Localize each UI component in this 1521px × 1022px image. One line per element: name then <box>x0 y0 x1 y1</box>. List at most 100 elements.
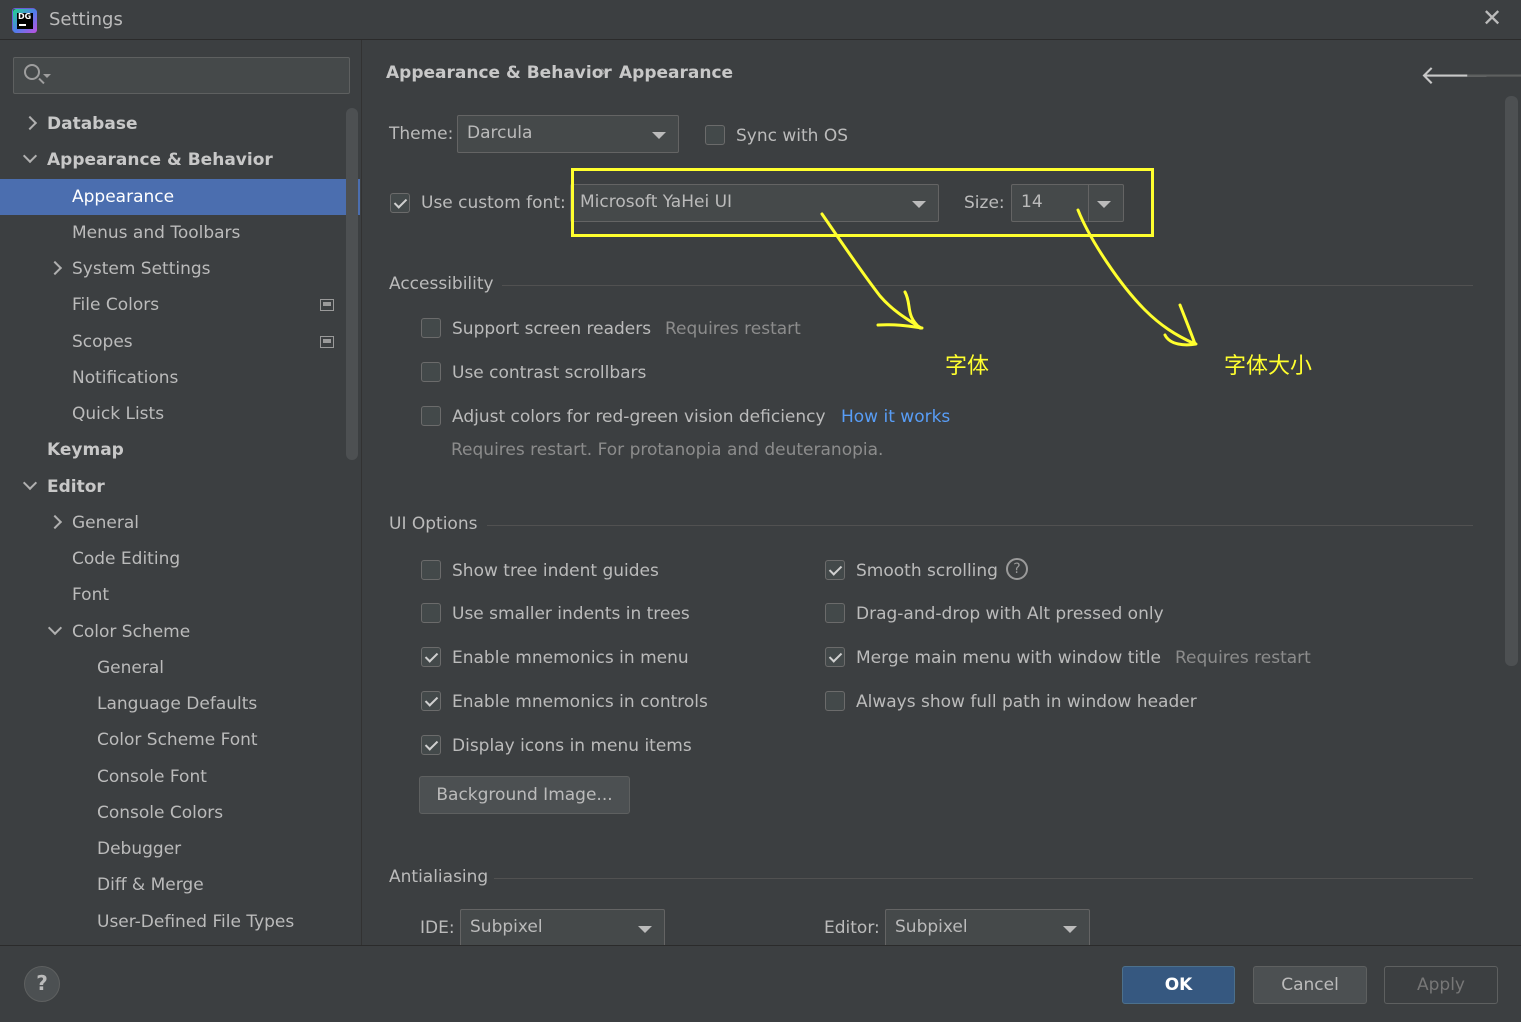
editor-antialiasing-label: Editor: <box>824 918 880 938</box>
sidebar-item-database[interactable]: Database <box>0 106 360 142</box>
antialiasing-section-title: Antialiasing <box>389 867 489 887</box>
red-green-checkbox[interactable] <box>421 406 441 426</box>
background-image-button[interactable]: Background Image... <box>419 776 630 814</box>
sidebar-item-color-scheme-font[interactable]: Color Scheme Font <box>0 722 360 758</box>
tree-indent-guides-checkbox[interactable] <box>421 560 441 580</box>
sidebar-item-console-font[interactable]: Console Font <box>0 759 360 795</box>
sidebar-item-label: Language Defaults <box>97 694 258 714</box>
app-icon-text: DG <box>18 12 32 21</box>
theme-select[interactable]: Darcula <box>457 115 679 153</box>
merge-main-menu-label[interactable]: Merge main menu with window title <box>856 648 1161 668</box>
drag-drop-alt-label[interactable]: Drag-and-drop with Alt pressed only <box>856 604 1164 624</box>
breadcrumb-current: Appearance <box>619 63 734 83</box>
cancel-button[interactable]: Cancel <box>1253 966 1367 1004</box>
editor-antialiasing-value: Subpixel <box>895 917 968 937</box>
sidebar-item-label: Editor <box>47 477 105 497</box>
theme-value: Darcula <box>467 123 533 143</box>
sidebar-item-language-defaults[interactable]: Language Defaults <box>0 686 360 722</box>
sidebar-item-label: Console Font <box>97 767 207 787</box>
sidebar-item-label: Notifications <box>72 368 179 388</box>
search-icon[interactable] <box>24 64 40 80</box>
chevron-right-icon[interactable] <box>47 260 63 276</box>
sidebar-item-quick-lists[interactable]: Quick Lists <box>0 396 360 432</box>
sidebar-item-font[interactable]: Font <box>0 577 360 613</box>
icons-in-menu-label[interactable]: Display icons in menu items <box>452 736 692 756</box>
ui-options-section-title: UI Options <box>389 514 478 534</box>
help-question-icon[interactable]: ? <box>1006 558 1028 580</box>
use-custom-font-checkbox[interactable] <box>390 193 410 213</box>
sidebar-item-label: User-Defined File Types <box>97 912 295 932</box>
accessibility-section-title: Accessibility <box>389 274 494 294</box>
chevron-down-icon[interactable] <box>22 475 38 491</box>
sidebar-item-appearance-behavior[interactable]: Appearance & Behavior <box>0 142 360 178</box>
sidebar-item-keymap[interactable]: Keymap <box>0 432 360 468</box>
chevron-down-icon[interactable] <box>47 620 63 636</box>
sync-with-os-label[interactable]: Sync with OS <box>736 126 848 146</box>
sidebar-item-code-editing[interactable]: Code Editing <box>0 541 360 577</box>
red-green-hint: Requires restart. For protanopia and deu… <box>451 440 884 460</box>
sidebar-item-debugger[interactable]: Debugger <box>0 831 360 867</box>
mnemonics-controls-checkbox[interactable] <box>421 691 441 711</box>
content-scrollbar[interactable] <box>1505 96 1518 666</box>
datagrip-app-icon: DG <box>12 8 37 33</box>
ok-button[interactable]: OK <box>1122 966 1235 1004</box>
forward-arrow-icon[interactable]: 🡒 <box>1464 60 1521 91</box>
screen-readers-restart-hint: Requires restart <box>665 319 801 339</box>
antialiasing-divider <box>494 878 1473 879</box>
drag-drop-alt-checkbox[interactable] <box>825 603 845 623</box>
support-screen-readers-checkbox[interactable] <box>421 318 441 338</box>
smaller-indents-label[interactable]: Use smaller indents in trees <box>452 604 690 624</box>
sidebar-item-scopes[interactable]: Scopes <box>0 324 360 360</box>
chevron-down-icon[interactable] <box>22 148 38 164</box>
chevron-down-icon <box>1063 926 1077 933</box>
sidebar-scrollbar[interactable] <box>346 108 358 460</box>
search-box[interactable] <box>13 57 350 94</box>
breadcrumb-parent[interactable]: Appearance & Behavior <box>386 63 612 83</box>
red-green-label[interactable]: Adjust colors for red-green vision defic… <box>452 407 826 427</box>
apply-button[interactable]: Apply <box>1384 966 1498 1004</box>
close-icon[interactable]: ✕ <box>1480 4 1504 32</box>
icons-in-menu-checkbox[interactable] <box>421 735 441 755</box>
sidebar-item-file-colors[interactable]: File Colors <box>0 287 360 323</box>
chevron-right-icon[interactable] <box>22 115 38 131</box>
project-scope-icon <box>320 336 334 348</box>
smooth-scrolling-label[interactable]: Smooth scrolling <box>856 561 998 581</box>
sidebar-item-label: General <box>97 658 164 678</box>
mnemonics-menu-checkbox[interactable] <box>421 647 441 667</box>
ui-options-divider <box>487 525 1473 526</box>
sidebar-item-general[interactable]: General <box>0 505 360 541</box>
sidebar-item-diff-merge[interactable]: Diff & Merge <box>0 867 360 903</box>
tree-indent-guides-label[interactable]: Show tree indent guides <box>452 561 659 581</box>
mnemonics-controls-label[interactable]: Enable mnemonics in controls <box>452 692 708 712</box>
contrast-scrollbars-label[interactable]: Use contrast scrollbars <box>452 363 646 383</box>
chevron-down-icon <box>652 132 666 139</box>
search-history-dropdown-icon[interactable] <box>43 74 51 78</box>
chevron-right-icon[interactable] <box>47 514 63 530</box>
sidebar-item-label: General <box>72 513 139 533</box>
use-custom-font-label[interactable]: Use custom font: <box>421 193 566 213</box>
merge-main-menu-checkbox[interactable] <box>825 647 845 667</box>
sidebar-item-color-scheme[interactable]: Color Scheme <box>0 614 360 650</box>
contrast-scrollbars-checkbox[interactable] <box>421 362 441 382</box>
support-screen-readers-label[interactable]: Support screen readers <box>452 319 651 339</box>
annotation-font-note: 字体 <box>945 354 990 379</box>
sidebar-item-appearance[interactable]: Appearance <box>0 179 360 215</box>
sync-with-os-checkbox[interactable] <box>705 125 725 145</box>
full-path-header-checkbox[interactable] <box>825 691 845 711</box>
how-it-works-link[interactable]: How it works <box>841 407 950 427</box>
sidebar-item-menus-and-toolbars[interactable]: Menus and Toolbars <box>0 215 360 251</box>
sidebar-item-system-settings[interactable]: System Settings <box>0 251 360 287</box>
editor-antialiasing-select[interactable]: Subpixel <box>885 909 1090 947</box>
help-button[interactable]: ? <box>24 966 60 1002</box>
sidebar-item-user-defined-file-types[interactable]: User-Defined File Types <box>0 904 360 940</box>
sidebar-item-general[interactable]: General <box>0 650 360 686</box>
ide-antialiasing-select[interactable]: Subpixel <box>460 909 665 947</box>
sidebar-item-notifications[interactable]: Notifications <box>0 360 360 396</box>
sidebar-item-editor[interactable]: Editor <box>0 469 360 505</box>
smooth-scrolling-checkbox[interactable] <box>825 560 845 580</box>
search-input[interactable] <box>56 62 341 88</box>
full-path-header-label[interactable]: Always show full path in window header <box>856 692 1197 712</box>
smaller-indents-checkbox[interactable] <box>421 603 441 623</box>
sidebar-item-console-colors[interactable]: Console Colors <box>0 795 360 831</box>
mnemonics-menu-label[interactable]: Enable mnemonics in menu <box>452 648 689 668</box>
